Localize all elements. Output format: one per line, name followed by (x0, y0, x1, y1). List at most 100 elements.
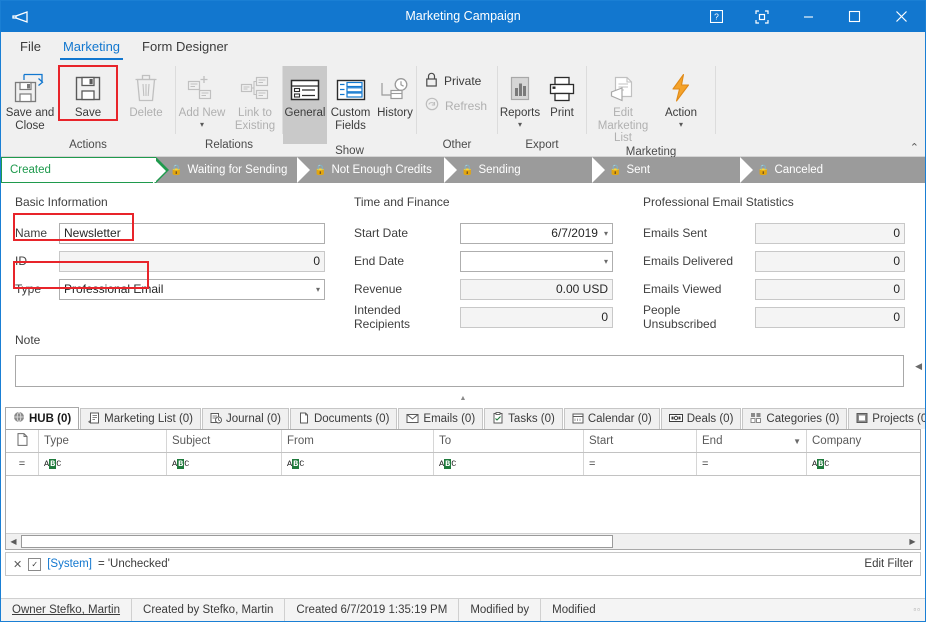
intended-recipients-value: 0 (601, 310, 608, 324)
save-button[interactable]: Save (58, 65, 118, 121)
scroll-right-icon[interactable]: ▶ (905, 535, 920, 548)
grid-filter-cell-icon[interactable]: = (6, 453, 39, 475)
emails-viewed-input: 0 (755, 278, 905, 300)
refresh-button[interactable]: Refresh (425, 97, 487, 114)
grid-filter-cell-to[interactable]: ABC (434, 453, 584, 475)
status-owner[interactable]: Owner Stefko, Martin (1, 599, 133, 621)
chevron-down-icon[interactable]: ▾ (200, 120, 204, 129)
print-label: Print (550, 107, 574, 119)
grid-col-document-icon[interactable] (6, 430, 39, 452)
flow-step-sending[interactable]: 🔒 Sending (447, 157, 608, 183)
close-button[interactable] (877, 1, 925, 32)
end-date-input[interactable]: ▾ (460, 250, 613, 272)
maximize-button[interactable] (831, 1, 877, 32)
flow-step-waiting-for-sending[interactable]: 🔒 Waiting for Sending (156, 157, 313, 183)
fullscreen-button[interactable] (739, 1, 785, 32)
time-and-finance-section: Time and Finance Start Date 6/7/2019 ▾ E… (354, 195, 620, 333)
link-to-existing-button[interactable]: Link to Existing (228, 66, 282, 132)
custom-fields-button[interactable]: Custom Fields (327, 66, 374, 132)
tab-marketing-list[interactable]: Marketing List (0) (80, 408, 202, 429)
chevron-down-icon[interactable]: ▾ (679, 120, 683, 129)
action-lightning-icon (668, 69, 694, 103)
grid-filter-cell-subject[interactable]: ABC (167, 453, 282, 475)
help-button[interactable]: ? (693, 1, 739, 32)
ribbon-separator (715, 66, 716, 134)
chevron-down-icon[interactable]: ▾ (518, 120, 522, 129)
reports-button[interactable]: Reports ▾ (498, 66, 542, 129)
tab-categories[interactable]: Categories (0) (742, 408, 848, 429)
link-to-existing-label: Link to Existing (234, 107, 276, 132)
ribbon-tab-file[interactable]: File (9, 35, 52, 60)
delete-button[interactable]: Delete (117, 66, 175, 120)
general-button[interactable]: General (283, 66, 327, 144)
lock-icon: 🔒 (461, 164, 474, 176)
grid-col-type[interactable]: Type (39, 430, 167, 452)
tab-hub[interactable]: HUB (0) (5, 407, 80, 429)
scroll-left-icon[interactable]: ◀ (6, 535, 21, 548)
action-button[interactable]: Action ▾ (659, 66, 703, 129)
filter-operator-equals-icon: = (702, 458, 709, 470)
save-and-close-button[interactable]: Save and Close (1, 66, 59, 132)
splitter-collapse-handle[interactable]: ▲ (1, 395, 925, 402)
grid-filter-cell-start[interactable]: = (584, 453, 697, 475)
tab-emails[interactable]: Emails (0) (398, 408, 484, 429)
grid-col-company[interactable]: Company (807, 430, 920, 452)
grid-filter-cell-type[interactable]: ABC (39, 453, 167, 475)
id-input: 0 (59, 250, 325, 272)
grid-filter-cell-company[interactable]: ABC (807, 453, 920, 475)
edit-filter-button[interactable]: Edit Filter (864, 558, 913, 570)
emails-viewed-row: Emails Viewed 0 (643, 277, 909, 301)
collapse-ribbon-button[interactable]: ⌃ (910, 141, 919, 154)
flow-step-created[interactable]: Created (1, 157, 169, 183)
scrollbar-thumb[interactable] (21, 535, 613, 548)
private-button[interactable]: Private (425, 72, 487, 90)
tab-hub-label: HUB (0) (29, 412, 72, 425)
note-input[interactable] (15, 355, 904, 387)
start-date-input[interactable]: 6/7/2019 ▾ (460, 222, 613, 244)
tab-documents[interactable]: Documents (0) (289, 408, 398, 429)
resize-grip-icon[interactable]: ▫▫ (913, 606, 925, 614)
history-button[interactable]: History (374, 66, 416, 120)
minimize-button[interactable] (785, 1, 831, 32)
chevron-down-icon[interactable]: ▾ (310, 285, 320, 294)
scrollbar-track[interactable] (21, 535, 905, 548)
clear-filter-icon[interactable]: ✕ (13, 558, 22, 571)
grid-filter-cell-end[interactable]: = (697, 453, 807, 475)
edit-marketing-list-button[interactable]: Edit Marketing List (587, 66, 659, 145)
grid-horizontal-scrollbar[interactable]: ◀ ▶ (6, 533, 920, 549)
grid-col-subject[interactable]: Subject (167, 430, 282, 452)
filter-enabled-checkbox[interactable]: ✓ (28, 557, 42, 571)
ribbon-group-relations-label: Relations (205, 139, 253, 151)
id-value: 0 (313, 254, 320, 268)
grid-filter-cell-from[interactable]: ABC (282, 453, 434, 475)
chevron-down-icon[interactable]: ▾ (598, 229, 608, 238)
flow-step-canceled[interactable]: 🔒 Canceled (743, 157, 925, 183)
tab-calendar[interactable]: Calendar (0) (563, 408, 660, 429)
tab-tasks[interactable]: Tasks (0) (484, 408, 563, 429)
ribbon-tab-form-designer[interactable]: Form Designer (131, 35, 239, 60)
flow-step-not-enough-credits[interactable]: 🔒 Not Enough Credits (300, 157, 460, 183)
chevron-down-icon[interactable]: ▾ (598, 257, 608, 266)
panel-scroll-left-icon[interactable]: ◀ (915, 361, 922, 372)
grid-col-to[interactable]: To (434, 430, 584, 452)
type-value: Professional Email (64, 282, 164, 296)
grid-col-from[interactable]: From (282, 430, 434, 452)
print-button[interactable]: Print (542, 66, 582, 120)
name-input[interactable]: Newsletter (59, 222, 325, 244)
tab-projects[interactable]: Projects (0) (848, 408, 925, 429)
tab-journal[interactable]: Journal (0) (202, 408, 289, 429)
delete-label: Delete (129, 107, 163, 119)
flow-step-sending-label: Sending (478, 164, 521, 176)
ribbon-tab-marketing[interactable]: Marketing (52, 35, 131, 60)
ribbon-group-show: General Custom Fields History Show (283, 60, 416, 157)
flow-step-sent[interactable]: 🔒 Sent (595, 157, 756, 183)
filter-field-name[interactable]: [System] (47, 558, 92, 570)
tab-deals[interactable]: Deals (0) (660, 408, 742, 429)
add-new-button[interactable]: Add New ▾ (176, 66, 228, 129)
print-icon (547, 69, 577, 103)
grid-col-end[interactable]: End ▼ (697, 430, 807, 452)
lock-icon (425, 72, 438, 90)
grid-col-start[interactable]: Start (584, 430, 697, 452)
sort-descending-icon[interactable]: ▼ (793, 437, 801, 446)
type-select[interactable]: Professional Email ▾ (59, 278, 325, 300)
